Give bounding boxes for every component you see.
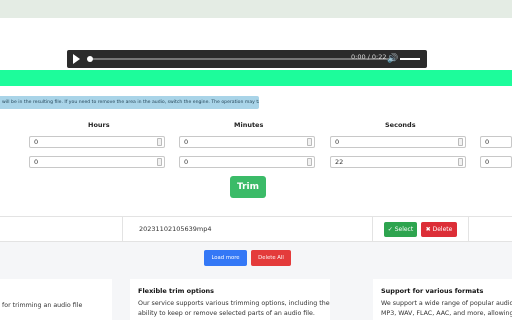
spinner-icon[interactable]: [458, 158, 463, 166]
feature-trim-line2: ability to keep or remove selected parts…: [138, 310, 315, 317]
progress-track[interactable]: [93, 58, 389, 60]
end-minutes-value: 0: [184, 158, 189, 166]
volume-icon[interactable]: 🔊: [387, 53, 398, 65]
start-minutes-value: 0: [184, 138, 189, 146]
end-seconds-input[interactable]: 22: [330, 156, 466, 168]
feature-left-text: for trimming an audio file: [2, 302, 83, 309]
end-extra-value: 0: [485, 158, 490, 166]
spinner-icon[interactable]: [157, 138, 162, 146]
volume-slider[interactable]: [400, 58, 420, 60]
feature-card-left: for trimming an audio file: [0, 279, 112, 324]
feature-card-formats: Support for various formats We support a…: [373, 279, 512, 324]
trim-button[interactable]: Trim: [230, 176, 266, 198]
delete-button[interactable]: ✖ Delete: [421, 222, 457, 237]
file-name: 20231102105639mp4: [139, 225, 212, 233]
end-minutes-input[interactable]: 0: [179, 156, 315, 168]
start-hours-value: 0: [34, 138, 39, 146]
seconds-header: Seconds: [385, 121, 416, 129]
spinner-icon[interactable]: [157, 158, 162, 166]
feature-trim-title: Flexible trim options: [138, 287, 215, 295]
progress-knob[interactable]: [87, 56, 93, 62]
minutes-header: Minutes: [234, 121, 264, 129]
info-notice: will be in the resulting file. If you ne…: [0, 96, 259, 109]
accent-band: [0, 70, 512, 86]
load-more-button[interactable]: Load more: [204, 250, 247, 266]
more-vertical-icon[interactable]: ⋮: [480, 53, 489, 63]
column-divider: [122, 216, 123, 242]
feature-formats-line2: MP3, WAV, FLAC, AAC, and more, allowing …: [381, 310, 512, 317]
hours-header: Hours: [88, 121, 110, 129]
feature-formats-line1: We support a wide range of popular audio…: [381, 300, 512, 307]
end-hours-input[interactable]: 0: [29, 156, 165, 168]
start-hours-input[interactable]: 0: [29, 136, 165, 148]
end-seconds-value: 22: [335, 158, 344, 166]
audio-player[interactable]: 0:00 / 0:22 🔊 ⋮: [67, 50, 489, 68]
feature-card-trim: Flexible trim options Our service suppor…: [130, 279, 330, 324]
play-icon[interactable]: [73, 54, 80, 64]
delete-all-button[interactable]: Delete All: [251, 250, 291, 266]
start-extra-value: 0: [485, 138, 490, 146]
spinner-icon[interactable]: [307, 158, 312, 166]
feature-trim-line1: Our service supports various trimming op…: [138, 300, 330, 307]
end-extra-input[interactable]: 0: [480, 156, 512, 168]
start-extra-input[interactable]: 0: [480, 136, 512, 148]
column-divider: [468, 216, 469, 242]
start-minutes-input[interactable]: 0: [179, 136, 315, 148]
start-seconds-value: 0: [335, 138, 340, 146]
spinner-icon[interactable]: [307, 138, 312, 146]
time-display: 0:00 / 0:22: [351, 53, 387, 61]
end-hours-value: 0: [34, 158, 39, 166]
select-button[interactable]: ✓ Select: [384, 222, 417, 237]
start-seconds-input[interactable]: 0: [330, 136, 466, 148]
column-divider: [372, 216, 373, 242]
feature-formats-title: Support for various formats: [381, 287, 484, 295]
spinner-icon[interactable]: [458, 138, 463, 146]
top-bar: [0, 0, 512, 18]
